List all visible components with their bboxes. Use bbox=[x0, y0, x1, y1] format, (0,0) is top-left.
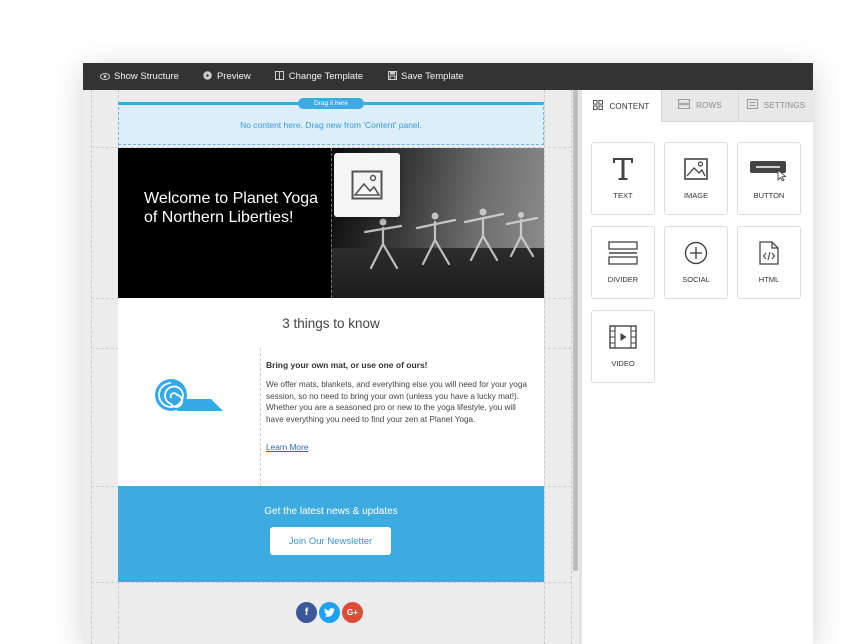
row-separator bbox=[91, 582, 571, 583]
social-icons-row: f G+ bbox=[296, 602, 363, 623]
show-structure-button[interactable]: Show Structure bbox=[99, 71, 179, 82]
save-template-label: Save Template bbox=[401, 71, 464, 82]
content-guide-right bbox=[544, 90, 545, 644]
editor-window: Show Structure Preview Change Template S… bbox=[83, 63, 813, 644]
section-title-row[interactable]: 3 things to know bbox=[118, 298, 544, 348]
save-icon bbox=[387, 71, 397, 82]
block-video[interactable]: VIDEO bbox=[591, 310, 655, 383]
play-circle-icon bbox=[203, 71, 213, 82]
block-social[interactable]: SOCIAL bbox=[664, 226, 728, 299]
content-body: We offer mats, blankets, and everything … bbox=[266, 380, 527, 424]
tab-settings[interactable]: SETTINGS bbox=[738, 90, 813, 122]
email-canvas[interactable]: No content here. Drag new from 'Content'… bbox=[83, 90, 579, 644]
block-image-label: IMAGE bbox=[683, 191, 709, 200]
canvas-scrollbar[interactable] bbox=[573, 90, 578, 571]
preview-button[interactable]: Preview bbox=[203, 71, 251, 82]
tab-content[interactable]: CONTENT bbox=[582, 90, 661, 122]
join-newsletter-button[interactable]: Join Our Newsletter bbox=[270, 527, 391, 555]
top-toolbar: Show Structure Preview Change Template S… bbox=[83, 63, 813, 90]
text-icon bbox=[592, 155, 654, 183]
tab-content-label: CONTENT bbox=[609, 101, 650, 111]
tab-rows-label: ROWS bbox=[696, 101, 722, 110]
side-panel: CONTENT ROWS SETTINGS TEXT IMAGE BUTTON … bbox=[582, 90, 813, 644]
newsletter-row[interactable]: Get the latest news & updates Join Our N… bbox=[118, 486, 544, 582]
tab-rows[interactable]: ROWS bbox=[661, 90, 738, 122]
template-icon bbox=[275, 71, 285, 82]
rows-icon bbox=[678, 99, 691, 112]
block-html[interactable]: HTML bbox=[737, 226, 801, 299]
newsletter-text: Get the latest news & updates bbox=[264, 506, 398, 517]
block-text-label: TEXT bbox=[613, 191, 633, 200]
dragging-image-block[interactable] bbox=[334, 153, 400, 217]
block-button-label: BUTTON bbox=[753, 191, 785, 200]
block-divider[interactable]: DIVIDER bbox=[591, 226, 655, 299]
yoga-mat-icon bbox=[155, 379, 223, 411]
google-plus-icon[interactable]: G+ bbox=[342, 602, 363, 623]
drag-here-pill: Drag it here bbox=[298, 98, 364, 109]
button-icon bbox=[738, 155, 800, 183]
tab-settings-label: SETTINGS bbox=[763, 101, 806, 110]
change-template-button[interactable]: Change Template bbox=[275, 71, 363, 82]
block-button[interactable]: BUTTON bbox=[737, 142, 801, 215]
twitter-icon[interactable] bbox=[319, 602, 340, 623]
hero-column-divider bbox=[331, 148, 332, 298]
block-text[interactable]: TEXT bbox=[591, 142, 655, 215]
change-template-label: Change Template bbox=[288, 71, 364, 82]
facebook-icon[interactable]: f bbox=[296, 602, 317, 623]
video-icon bbox=[592, 323, 654, 351]
drop-zone-text: No content here. Drag new from 'Content'… bbox=[240, 119, 422, 130]
save-template-button[interactable]: Save Template bbox=[387, 71, 464, 82]
image-icon bbox=[665, 155, 727, 183]
hero-row[interactable]: Welcome to Planet Yoga of Northern Liber… bbox=[118, 148, 544, 298]
learn-more-link[interactable]: Learn More bbox=[266, 442, 308, 452]
canvas-guide-left bbox=[91, 90, 92, 644]
block-social-label: SOCIAL bbox=[682, 275, 710, 284]
content-column-divider bbox=[260, 348, 261, 486]
eye-icon bbox=[99, 72, 111, 82]
content-row[interactable]: Bring your own mat, or use one of ours! … bbox=[118, 348, 544, 486]
settings-icon bbox=[746, 99, 758, 112]
grid-icon bbox=[593, 99, 604, 113]
block-html-label: HTML bbox=[758, 275, 780, 284]
block-video-label: VIDEO bbox=[611, 359, 635, 368]
content-heading: Bring your own mat, or use one of ours! bbox=[266, 360, 428, 370]
divider-icon bbox=[592, 239, 654, 267]
image-icon bbox=[351, 170, 383, 200]
block-image[interactable]: IMAGE bbox=[664, 142, 728, 215]
panel-tabs: CONTENT ROWS SETTINGS bbox=[582, 90, 813, 122]
social-icon bbox=[665, 239, 727, 267]
html-icon bbox=[738, 239, 800, 267]
show-structure-label: Show Structure bbox=[114, 71, 179, 82]
hero-title: Welcome to Planet Yoga of Northern Liber… bbox=[144, 190, 319, 226]
preview-label: Preview bbox=[216, 71, 251, 82]
section-title: 3 things to know bbox=[282, 315, 380, 331]
canvas-guide-right bbox=[571, 90, 572, 644]
block-divider-label: DIVIDER bbox=[607, 275, 639, 284]
hero-text-column: Welcome to Planet Yoga of Northern Liber… bbox=[118, 148, 331, 298]
